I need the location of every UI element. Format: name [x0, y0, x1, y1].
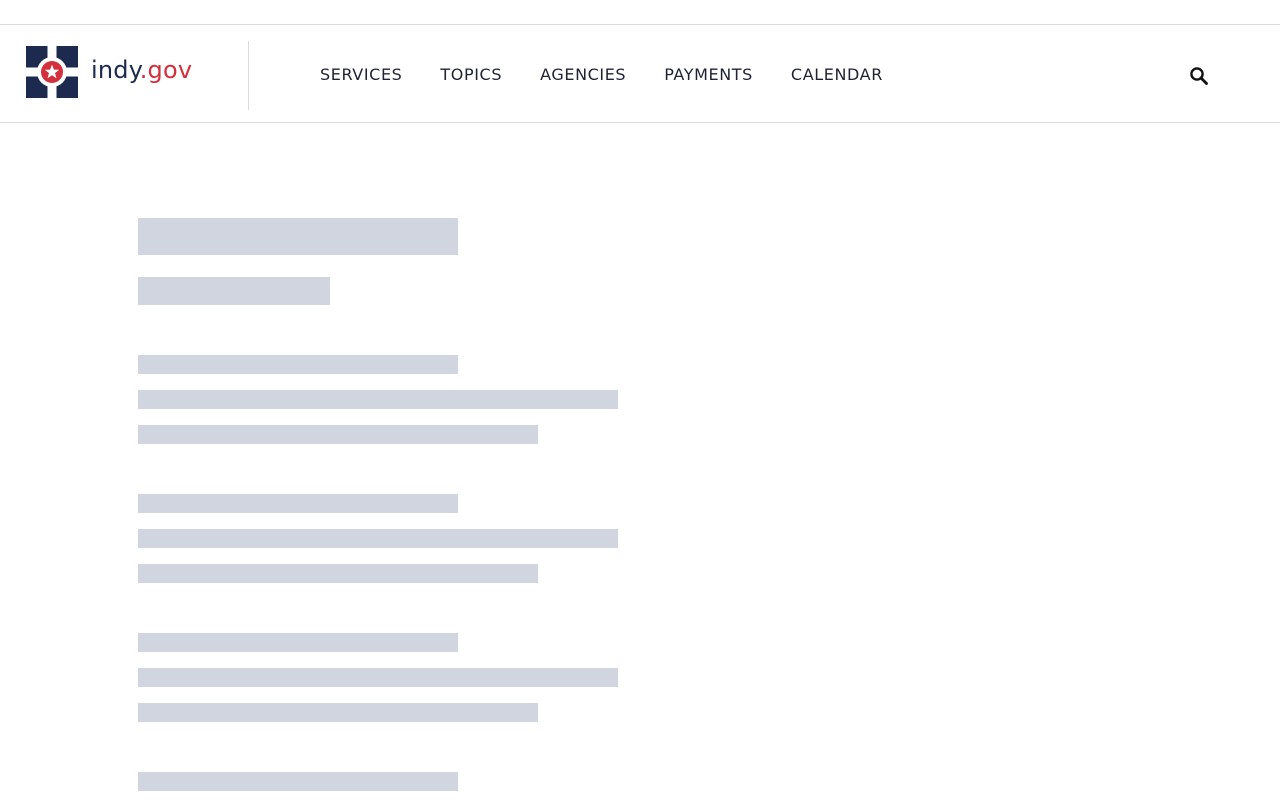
skeleton-line — [138, 425, 538, 444]
skeleton-subtitle — [138, 277, 330, 305]
site-header: indy.gov SERVICES TOPICS AGENCIES PAYMEN… — [0, 25, 1280, 123]
main-nav: SERVICES TOPICS AGENCIES PAYMENTS CALEND… — [320, 25, 883, 123]
skeleton-line — [138, 703, 538, 722]
skeleton-line — [138, 668, 618, 687]
indy-star-seal-icon — [26, 46, 78, 98]
search-icon — [1190, 67, 1208, 85]
skeleton-line — [138, 529, 618, 548]
nav-agencies[interactable]: AGENCIES — [540, 65, 626, 84]
nav-calendar[interactable]: CALENDAR — [791, 65, 883, 84]
search-button[interactable] — [1186, 63, 1212, 89]
skeleton-line — [138, 633, 458, 652]
top-strip — [0, 0, 1280, 25]
nav-topics[interactable]: TOPICS — [440, 65, 502, 84]
header-divider — [248, 41, 249, 110]
wordmark-main: indy — [91, 56, 140, 84]
skeleton-line — [138, 564, 538, 583]
skeleton-line — [138, 772, 458, 791]
skeleton-line — [138, 494, 458, 513]
skeleton-line — [138, 390, 618, 409]
skeleton-line — [138, 355, 458, 374]
nav-services[interactable]: SERVICES — [320, 65, 402, 84]
skeleton-title — [138, 218, 458, 255]
wordmark-suffix: .gov — [139, 56, 193, 84]
site-wordmark: indy.gov — [91, 56, 192, 84]
nav-payments[interactable]: PAYMENTS — [664, 65, 753, 84]
home-logo-link[interactable]: indy.gov — [26, 46, 192, 98]
